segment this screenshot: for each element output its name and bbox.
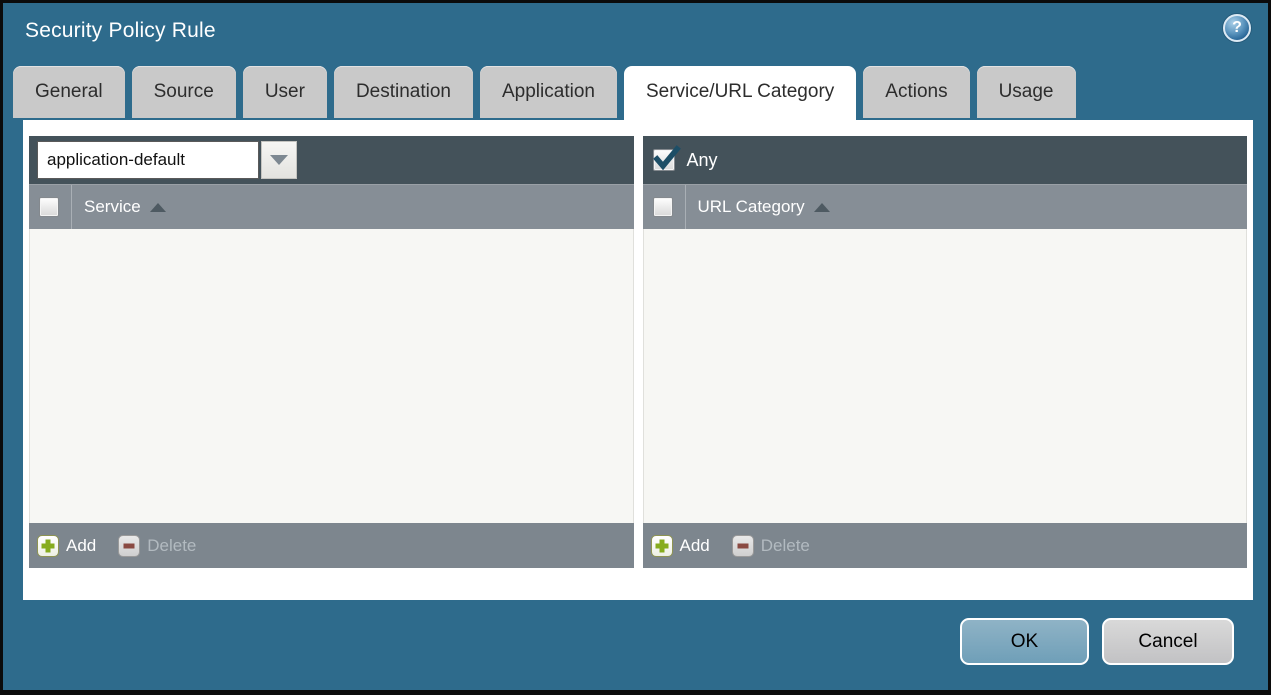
tab-service-url-category[interactable]: Service/URL Category [623, 66, 857, 120]
service-panel: application-default Service Add Delete [29, 136, 634, 568]
plus-icon [37, 534, 59, 557]
title-bar: Security Policy Rule ? [3, 3, 1268, 66]
tab-destination[interactable]: Destination [333, 66, 473, 118]
service-mode-dropdown-button[interactable] [261, 141, 297, 179]
service-column-header[interactable]: Service [29, 184, 634, 229]
url-category-add-button[interactable]: Add [650, 534, 710, 557]
service-mode-dropdown[interactable]: application-default [37, 141, 259, 179]
minus-icon [118, 534, 141, 557]
cancel-button[interactable]: Cancel [1102, 618, 1234, 665]
url-category-column-header[interactable]: URL Category [642, 184, 1247, 229]
dialog-title: Security Policy Rule [25, 19, 216, 42]
service-column-label: Service [84, 197, 141, 216]
tab-actions[interactable]: Actions [863, 66, 970, 118]
service-select-all-checkbox[interactable] [39, 197, 59, 217]
service-footer-toolbar: Add Delete [29, 523, 634, 568]
sort-ascending-icon[interactable] [149, 202, 166, 212]
tab-source[interactable]: Source [131, 66, 236, 118]
tab-content: application-default Service Add Delete A… [23, 120, 1253, 600]
tab-usage[interactable]: Usage [976, 66, 1076, 118]
any-checkbox[interactable] [652, 145, 681, 171]
sort-ascending-icon[interactable] [813, 202, 830, 212]
url-category-any-bar: Any [642, 136, 1247, 184]
url-category-delete-button[interactable]: Delete [731, 534, 810, 557]
url-category-select-all-checkbox[interactable] [652, 197, 673, 217]
url-category-list [642, 229, 1247, 523]
tab-bar: General Source User Destination Applicat… [13, 66, 1268, 120]
plus-icon [650, 534, 673, 557]
service-delete-button[interactable]: Delete [118, 534, 197, 557]
help-icon[interactable]: ? [1223, 14, 1251, 42]
column-divider [684, 185, 686, 229]
chevron-down-icon [270, 155, 288, 165]
delete-button-label: Delete [147, 535, 197, 555]
url-category-footer-toolbar: Add Delete [642, 523, 1247, 568]
checkmark-icon [652, 145, 681, 171]
minus-icon [731, 534, 754, 557]
delete-button-label: Delete [760, 535, 810, 555]
ok-button[interactable]: OK [960, 618, 1089, 665]
service-list [29, 229, 634, 523]
service-add-button[interactable]: Add [37, 534, 97, 557]
service-mode-toolbar: application-default [29, 136, 634, 184]
security-policy-rule-dialog: Security Policy Rule ? General Source Us… [0, 0, 1271, 695]
add-button-label: Add [66, 535, 97, 555]
column-divider [71, 185, 72, 229]
tab-application[interactable]: Application [480, 66, 617, 118]
tab-user[interactable]: User [242, 66, 327, 118]
url-category-column-label: URL Category [697, 197, 805, 216]
tab-general[interactable]: General [13, 66, 125, 118]
url-category-panel: Any URL Category Add Delete [642, 136, 1247, 568]
add-button-label: Add [679, 535, 710, 555]
any-checkbox-label[interactable]: Any [687, 150, 718, 171]
